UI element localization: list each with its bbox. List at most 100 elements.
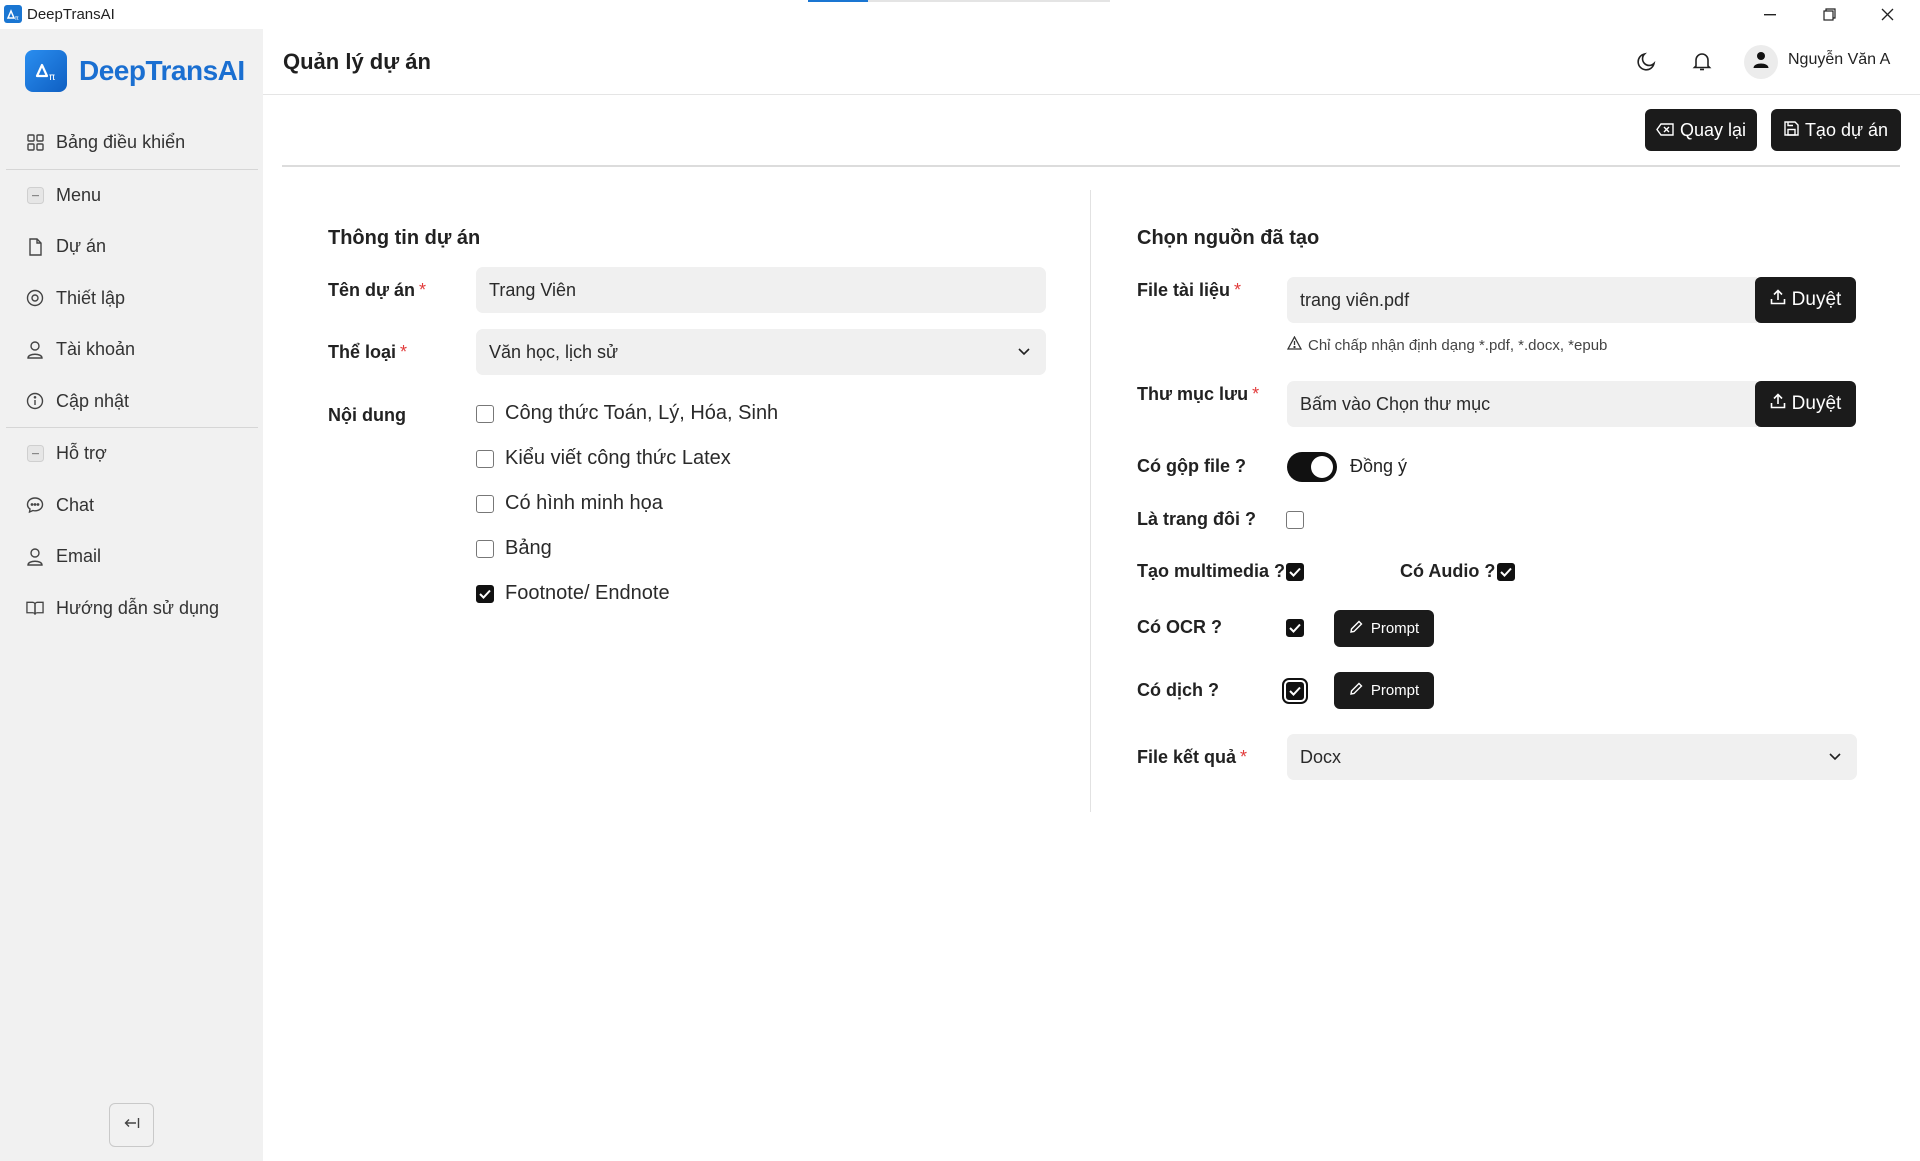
back-button-label: Quay lại [1679,119,1747,140]
loading-progress-bar [808,0,1110,2]
sidebar-item-chat[interactable]: Chat [0,480,263,532]
folder-input[interactable]: Bấm vào Chọn thư mục [1287,381,1757,427]
sidebar-item-updates[interactable]: Cập nhật [0,376,263,428]
restore-button[interactable] [1800,0,1858,29]
chevron-down-icon [1827,748,1843,769]
checkbox[interactable] [476,404,494,423]
sidebar-item-label: Thiết lập [56,287,126,308]
double-page-checkbox[interactable] [1286,511,1304,529]
upload-icon [1770,393,1786,415]
back-button[interactable]: Quay lại [1645,109,1757,151]
create-project-button[interactable]: Tạo dự án [1771,109,1901,151]
sidebar-item-projects[interactable]: Dự án [0,221,263,273]
required-mark: * [400,342,408,362]
sidebar-item-email[interactable]: Email [0,531,263,583]
content-option-label: Bảng [505,537,552,559]
sidebar-item-label: Email [56,546,102,567]
file-input[interactable]: trang viên.pdf [1287,277,1757,323]
translate-checkbox[interactable] [1282,678,1308,704]
content-option-latex[interactable]: Kiểu viết công thức Latex [476,447,731,470]
notifications-button[interactable] [1688,49,1716,77]
window-titlebar: π DeepTransAI [0,0,1920,29]
prompt-label: Prompt [1370,682,1420,699]
logo-icon: π [25,50,67,92]
project-name-label-text: Tên dự án [328,280,416,300]
minimize-button[interactable] [1741,0,1799,29]
checkbox-checked[interactable] [476,584,494,603]
sidebar-item-label: Dự án [56,236,107,257]
backspace-icon [1656,120,1674,141]
close-button[interactable] [1858,0,1916,29]
file-icon [26,238,44,256]
folder-value: Bấm vào Chọn thư mục [1300,393,1491,414]
minus-square-icon [26,445,44,463]
sidebar-section-support: Hỗ trợ [0,428,263,480]
ocr-prompt-button[interactable]: Prompt [1334,610,1434,647]
dark-mode-toggle[interactable] [1633,49,1661,77]
merge-toggle[interactable] [1287,452,1337,482]
sidebar-item-dashboard[interactable]: Bảng điều khiển [0,117,263,169]
translate-prompt-button[interactable]: Prompt [1334,672,1434,709]
user-name[interactable]: Nguyễn Văn A [1788,51,1890,69]
column-divider [1090,190,1091,812]
project-info-title: Thông tin dự án [328,227,481,249]
sidebar-item-label: Hướng dẫn sử dụng [56,597,220,618]
chevron-down-icon [1016,343,1032,364]
audio-checkbox[interactable] [1497,563,1515,581]
browse-label: Duyệt [1791,393,1842,414]
logo-text: DeepTransAI [79,55,245,86]
multimedia-checkbox[interactable] [1286,563,1304,581]
warning-icon [1286,335,1303,354]
checkbox[interactable] [476,539,494,558]
content-option-label: Công thức Toán, Lý, Hóa, Sinh [505,402,779,424]
content-label: Nội dung [328,405,406,425]
collapse-sidebar-button[interactable] [109,1103,154,1147]
result-file-value: Docx [1300,746,1342,767]
sidebar-item-label: Bảng điều khiển [56,132,186,153]
content-option-math[interactable]: Công thức Toán, Lý, Hóa, Sinh [476,402,778,425]
folder-browse-button[interactable]: Duyệt [1755,381,1856,427]
genre-label-text: Thể loại [328,342,397,362]
content-option-illustration[interactable]: Có hình minh họa [476,492,663,515]
merge-label: Có gộp file ? [1137,456,1246,476]
page-title: Quản lý dự án [283,49,431,74]
project-name-label: Tên dự án * [328,280,426,301]
file-format-hint-text: Chỉ chấp nhận định dạng *.pdf, *.docx, *… [1308,336,1608,354]
loading-progress-fill [808,0,869,2]
pencil-icon [1349,682,1363,700]
sidebar-item-label: Cập nhật [56,390,130,411]
ocr-checkbox[interactable] [1286,619,1304,637]
folder-label: Thư mục lưu * [1137,384,1259,405]
content-option-label: Có hình minh họa [505,492,663,514]
required-mark: * [1240,747,1248,767]
required-mark: * [419,280,427,300]
file-format-hint: Chỉ chấp nhận định dạng *.pdf, *.docx, *… [1286,335,1608,354]
required-mark: * [1252,384,1260,404]
sidebar-section-menu: Menu [0,170,263,222]
checkbox[interactable] [476,449,494,468]
svg-text:π: π [49,72,55,83]
checkbox[interactable] [476,494,494,513]
content-option-footnote[interactable]: Footnote/ Endnote [476,582,670,605]
toggle-knob [1311,456,1333,478]
sidebar-item-account[interactable]: Tài khoản [0,324,263,376]
content-option-label: Footnote/ Endnote [505,582,670,604]
genre-select[interactable]: Văn học, lịch sử [476,329,1046,375]
user-icon [26,341,44,359]
minus-square-icon [26,186,44,204]
genre-label: Thể loại * [328,342,407,363]
project-name-input[interactable]: Trang Viên [476,267,1046,313]
result-file-select[interactable]: Docx [1287,734,1857,780]
sidebar-item-guide[interactable]: Hướng dẫn sử dụng [0,583,263,635]
sidebar-item-label: Hỗ trợ [56,443,107,464]
content-option-table[interactable]: Bảng [476,537,552,560]
file-browse-button[interactable]: Duyệt [1755,277,1856,323]
folder-label-text: Thư mục lưu [1137,384,1249,404]
required-mark: * [1234,280,1242,300]
translate-label: Có dịch ? [1137,680,1219,700]
avatar[interactable] [1744,45,1778,79]
sidebar-item-settings[interactable]: Thiết lập [0,273,263,325]
upload-icon [1770,289,1786,311]
file-label-text: File tài liệu [1137,280,1231,300]
window-title: DeepTransAI [27,6,115,23]
